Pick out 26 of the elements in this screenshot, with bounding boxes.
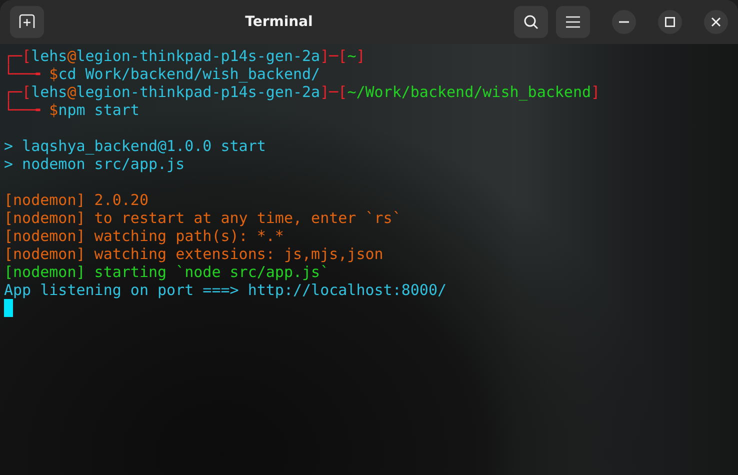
new-tab-icon <box>19 14 35 30</box>
close-button[interactable] <box>704 10 728 34</box>
terminal-line: [nodemon] watching extensions: js,mjs,json <box>4 245 384 263</box>
terminal-line: └──╼ $npm start <box>4 101 140 119</box>
close-icon <box>711 17 721 27</box>
maximize-button[interactable] <box>658 10 682 34</box>
terminal-line: [nodemon] 2.0.20 <box>4 191 148 209</box>
terminal-line: [nodemon] starting `node src/app.js` <box>4 263 330 281</box>
minimize-button[interactable] <box>612 10 636 34</box>
menu-icon <box>566 16 580 28</box>
terminal-line: > nodemon src/app.js <box>4 155 185 173</box>
maximize-icon <box>665 17 675 27</box>
new-tab-button[interactable] <box>10 6 44 38</box>
terminal-line: App listening on port ===> http://localhost:8000/ <box>4 281 447 299</box>
minimize-icon <box>619 21 629 23</box>
search-icon <box>523 14 539 30</box>
window-title: Terminal <box>244 14 314 30</box>
terminal-line: > laqshya_backend@1.0.0 start <box>4 137 266 155</box>
terminal-line: [nodemon] watching path(s): *.* <box>4 227 284 245</box>
terminal-line: └──╼ $cd Work/backend/wish_backend/ <box>4 65 320 83</box>
menu-button[interactable] <box>556 6 590 38</box>
terminal-line: ┌─[lehs@legion-thinkpad-p14s-gen-2a]─[~/Work/backend/wish_backend] <box>4 83 600 101</box>
terminal-line: ┌─[lehs@legion-thinkpad-p14s-gen-2a]─[~] <box>4 47 366 65</box>
terminal-line: [nodemon] to restart at any time, enter `rs` <box>4 209 402 227</box>
search-button[interactable] <box>514 6 548 38</box>
text-cursor <box>4 299 13 317</box>
